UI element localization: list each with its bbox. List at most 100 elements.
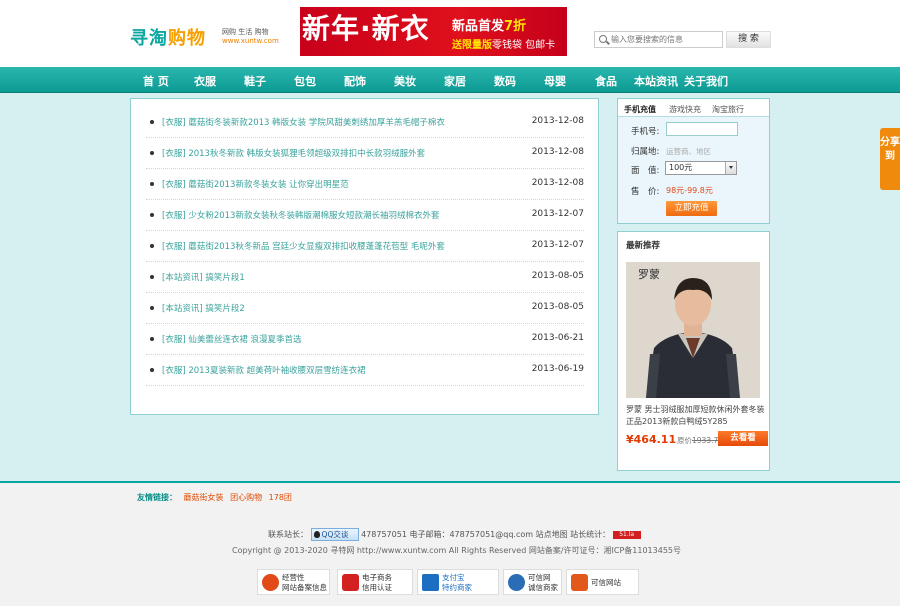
list-item[interactable]: [衣服] 少女粉2013新款女装秋冬装韩版潮棉服女短款潮长袖羽绒棉衣外套 2013… (146, 200, 584, 231)
list-item[interactable]: [本站资讯] 搞笑片段2 2013-08-05 (146, 293, 584, 324)
article-date: 2013-12-08 (531, 147, 584, 157)
list-item[interactable]: [衣服] 蘑菇街2013新款冬装女装 让你穿出明星范 2013-12-08 (146, 169, 584, 200)
banner-headline: 新年·新衣 (302, 12, 430, 45)
badge-trusted-site[interactable]: 可信网站 (566, 569, 639, 595)
friend-link[interactable]: 蘑菇街女装 (184, 493, 224, 502)
article-title[interactable]: [衣服] 2013秋冬新款 韩版女装狐狸毛领超级双排扣中长款羽绒服外套 (162, 147, 425, 159)
price-value: 98元-99.8元 (666, 186, 713, 195)
friend-link[interactable]: 178团 (269, 493, 292, 502)
banner-line1: 新品首发7折 (452, 19, 527, 34)
region-hint: 运营商、地区 (666, 147, 711, 156)
nav-item-beauty[interactable]: 美妆 (394, 73, 416, 89)
article-title[interactable]: [衣服] 蘑菇街2013新款冬装女装 让你穿出明星范 (162, 178, 349, 190)
view-product-button[interactable]: 去看看 (718, 431, 768, 446)
shield-icon (508, 574, 525, 591)
list-item[interactable]: [衣服] 仙美蕾丝连衣裙 浪漫夏季首选 2013-06-21 (146, 324, 584, 355)
phone-label: 手机号: (631, 127, 660, 137)
list-item[interactable]: [衣服] 蘑菇街冬装新款2013 韩版女装 学院风甜美刺绣加厚羊羔毛帽子棉衣 20… (146, 107, 584, 138)
article-date: 2013-08-05 (531, 302, 584, 312)
puzzle-icon (422, 574, 439, 591)
article-list: [衣服] 蘑菇街冬装新款2013 韩版女装 学院风甜美刺绣加厚羊羔毛帽子棉衣 20… (130, 98, 599, 415)
share-button[interactable]: 分享到 (880, 128, 900, 190)
nav-item-bags[interactable]: 包包 (294, 73, 316, 89)
article-date: 2013-12-07 (531, 240, 584, 250)
main-nav: 首 页 衣服 鞋子 包包 配饰 美妆 家居 数码 母婴 食品 本站资讯 关于我们 (0, 67, 900, 93)
price-label: 售 价: (631, 187, 660, 197)
badge-icp[interactable]: 经营性 网站备案信息 (257, 569, 330, 595)
nav-item-about[interactable]: 关于我们 (684, 73, 728, 89)
badge-bcp[interactable]: 电子商务 信用认证 (337, 569, 413, 595)
contact-line: 联系站长： QQ交谈 478757051 电子邮箱：478757051@qq.c… (268, 528, 641, 541)
contact-text: 478757051 电子邮箱：478757051@qq.com 站点地图 站长统… (361, 530, 611, 539)
site-logo[interactable]: 寻淘购物 网购 生活 购物 www.xuntw.com (130, 24, 279, 50)
logo-tagline: 网购 生活 购物 (222, 28, 269, 36)
tab-taobao-travel[interactable]: 淘宝旅行 (712, 104, 744, 115)
product-image[interactable]: 罗蒙 (626, 262, 760, 398)
friend-links: 友情链接： 蘑菇街女装 团心购物 178团 (137, 492, 292, 503)
shield-icon (262, 574, 279, 591)
product-price: ¥464.11 (626, 433, 677, 446)
article-date: 2013-08-05 (531, 271, 584, 281)
certificate-icon (571, 574, 588, 591)
badge-trusted-merchant[interactable]: 可信网 诚信商家 (503, 569, 562, 595)
recommend-panel: 最新推荐 罗蒙 罗蒙 男士羽绒服加厚短款休闲外套冬装正品2013新款白鸭绒5Y2… (617, 231, 770, 471)
search-icon (599, 35, 607, 43)
chevron-down-icon (725, 162, 736, 174)
product-desc[interactable]: 罗蒙 男士羽绒服加厚短款休闲外套冬装正品2013新款白鸭绒5Y285 (626, 404, 766, 428)
product-old-price: 原价1933.7 (677, 436, 719, 445)
product-photo: 罗蒙 (626, 262, 760, 398)
stats-badge[interactable]: 51.la (612, 530, 641, 539)
list-item[interactable]: [衣服] 蘑菇街2013秋冬新品 宫廷少女显瘦双排扣收腰蓬蓬花苞型 毛呢外套 20… (146, 231, 584, 262)
tab-game-recharge[interactable]: 游戏快充 (669, 104, 701, 115)
logo-url: www.xuntw.com (222, 37, 279, 45)
bcp-icon (342, 574, 359, 591)
article-title[interactable]: [衣服] 蘑菇街冬装新款2013 韩版女装 学院风甜美刺绣加厚羊羔毛帽子棉衣 (162, 116, 445, 128)
nav-item-clothes[interactable]: 衣服 (194, 73, 216, 89)
list-item[interactable]: [本站资讯] 搞笑片段1 2013-08-05 (146, 262, 584, 293)
friend-links-title: 友情链接： (137, 493, 177, 502)
region-label: 归属地: (631, 147, 660, 157)
promo-banner[interactable]: 新年·新衣 新品首发7折 送限量版零钱袋 包邮卡 (300, 7, 567, 56)
nav-item-news[interactable]: 本站资讯 (634, 73, 678, 89)
nav-item-baby[interactable]: 母婴 (544, 73, 566, 89)
article-date: 2013-12-08 (531, 178, 584, 188)
footer: 友情链接： 蘑菇街女装 团心购物 178团 联系站长： QQ交谈 4787570… (0, 481, 900, 606)
recharge-tabs: 手机充值 游戏快充 淘宝旅行 (618, 99, 769, 117)
recommend-title: 最新推荐 (626, 241, 661, 251)
phone-number-input[interactable] (666, 122, 738, 136)
article-title[interactable]: [本站资讯] 搞笑片段1 (162, 271, 245, 283)
article-title[interactable]: [衣服] 少女粉2013新款女装秋冬装韩版潮棉服女短款潮长袖羽绒棉衣外套 (162, 209, 439, 221)
article-date: 2013-12-07 (531, 209, 584, 219)
article-title[interactable]: [衣服] 仙美蕾丝连衣裙 浪漫夏季首选 (162, 333, 302, 345)
qq-chat-button[interactable]: QQ交谈 (310, 528, 359, 541)
nav-item-home[interactable]: 首 页 (143, 73, 169, 89)
search-box (594, 31, 723, 48)
article-date: 2013-06-21 (531, 333, 584, 343)
search-input[interactable] (611, 32, 721, 47)
amount-label: 面 值: (631, 166, 660, 176)
banner-line2: 送限量版零钱袋 包邮卡 (452, 40, 556, 51)
photo-brand-text: 罗蒙 (638, 268, 660, 281)
amount-select[interactable]: 100元 (665, 161, 737, 175)
copyright: Copyright @ 2013-2020 寻特网 http://www.xun… (232, 546, 682, 555)
search-button[interactable]: 搜 索 (726, 31, 771, 48)
article-title[interactable]: [衣服] 蘑菇街2013秋冬新品 宫廷少女显瘦双排扣收腰蓬蓬花苞型 毛呢外套 (162, 240, 445, 252)
list-item[interactable]: [衣服] 2013夏装新款 超美荷叶袖收腰双层雪纺连衣裙 2013-06-19 (146, 355, 584, 386)
list-item[interactable]: [衣服] 2013秋冬新款 韩版女装狐狸毛领超级双排扣中长款羽绒服外套 2013-… (146, 138, 584, 169)
header: 寻淘购物 网购 生活 购物 www.xuntw.com 新年·新衣 新品首发7折… (0, 0, 900, 67)
recharge-panel: 手机充值 游戏快充 淘宝旅行 手机号: 归属地: 运营商、地区 面 值: 100… (617, 98, 770, 224)
article-date: 2013-06-19 (531, 364, 584, 374)
friend-link[interactable]: 团心购物 (230, 493, 262, 502)
recharge-submit-button[interactable]: 立即充值 (666, 201, 717, 216)
nav-item-accessories[interactable]: 配饰 (344, 73, 366, 89)
logo-text: 寻淘购物 (130, 28, 206, 49)
article-title[interactable]: [衣服] 2013夏装新款 超美荷叶袖收腰双层雪纺连衣裙 (162, 364, 366, 376)
nav-item-home-goods[interactable]: 家居 (444, 73, 466, 89)
nav-item-shoes[interactable]: 鞋子 (244, 73, 266, 89)
tab-phone-recharge[interactable]: 手机充值 (624, 104, 656, 115)
nav-item-food[interactable]: 食品 (595, 73, 617, 89)
nav-item-digital[interactable]: 数码 (494, 73, 516, 89)
badge-alipay[interactable]: 支付宝 特约商家 (417, 569, 499, 595)
article-title[interactable]: [本站资讯] 搞笑片段2 (162, 302, 245, 314)
article-date: 2013-12-08 (531, 116, 584, 126)
